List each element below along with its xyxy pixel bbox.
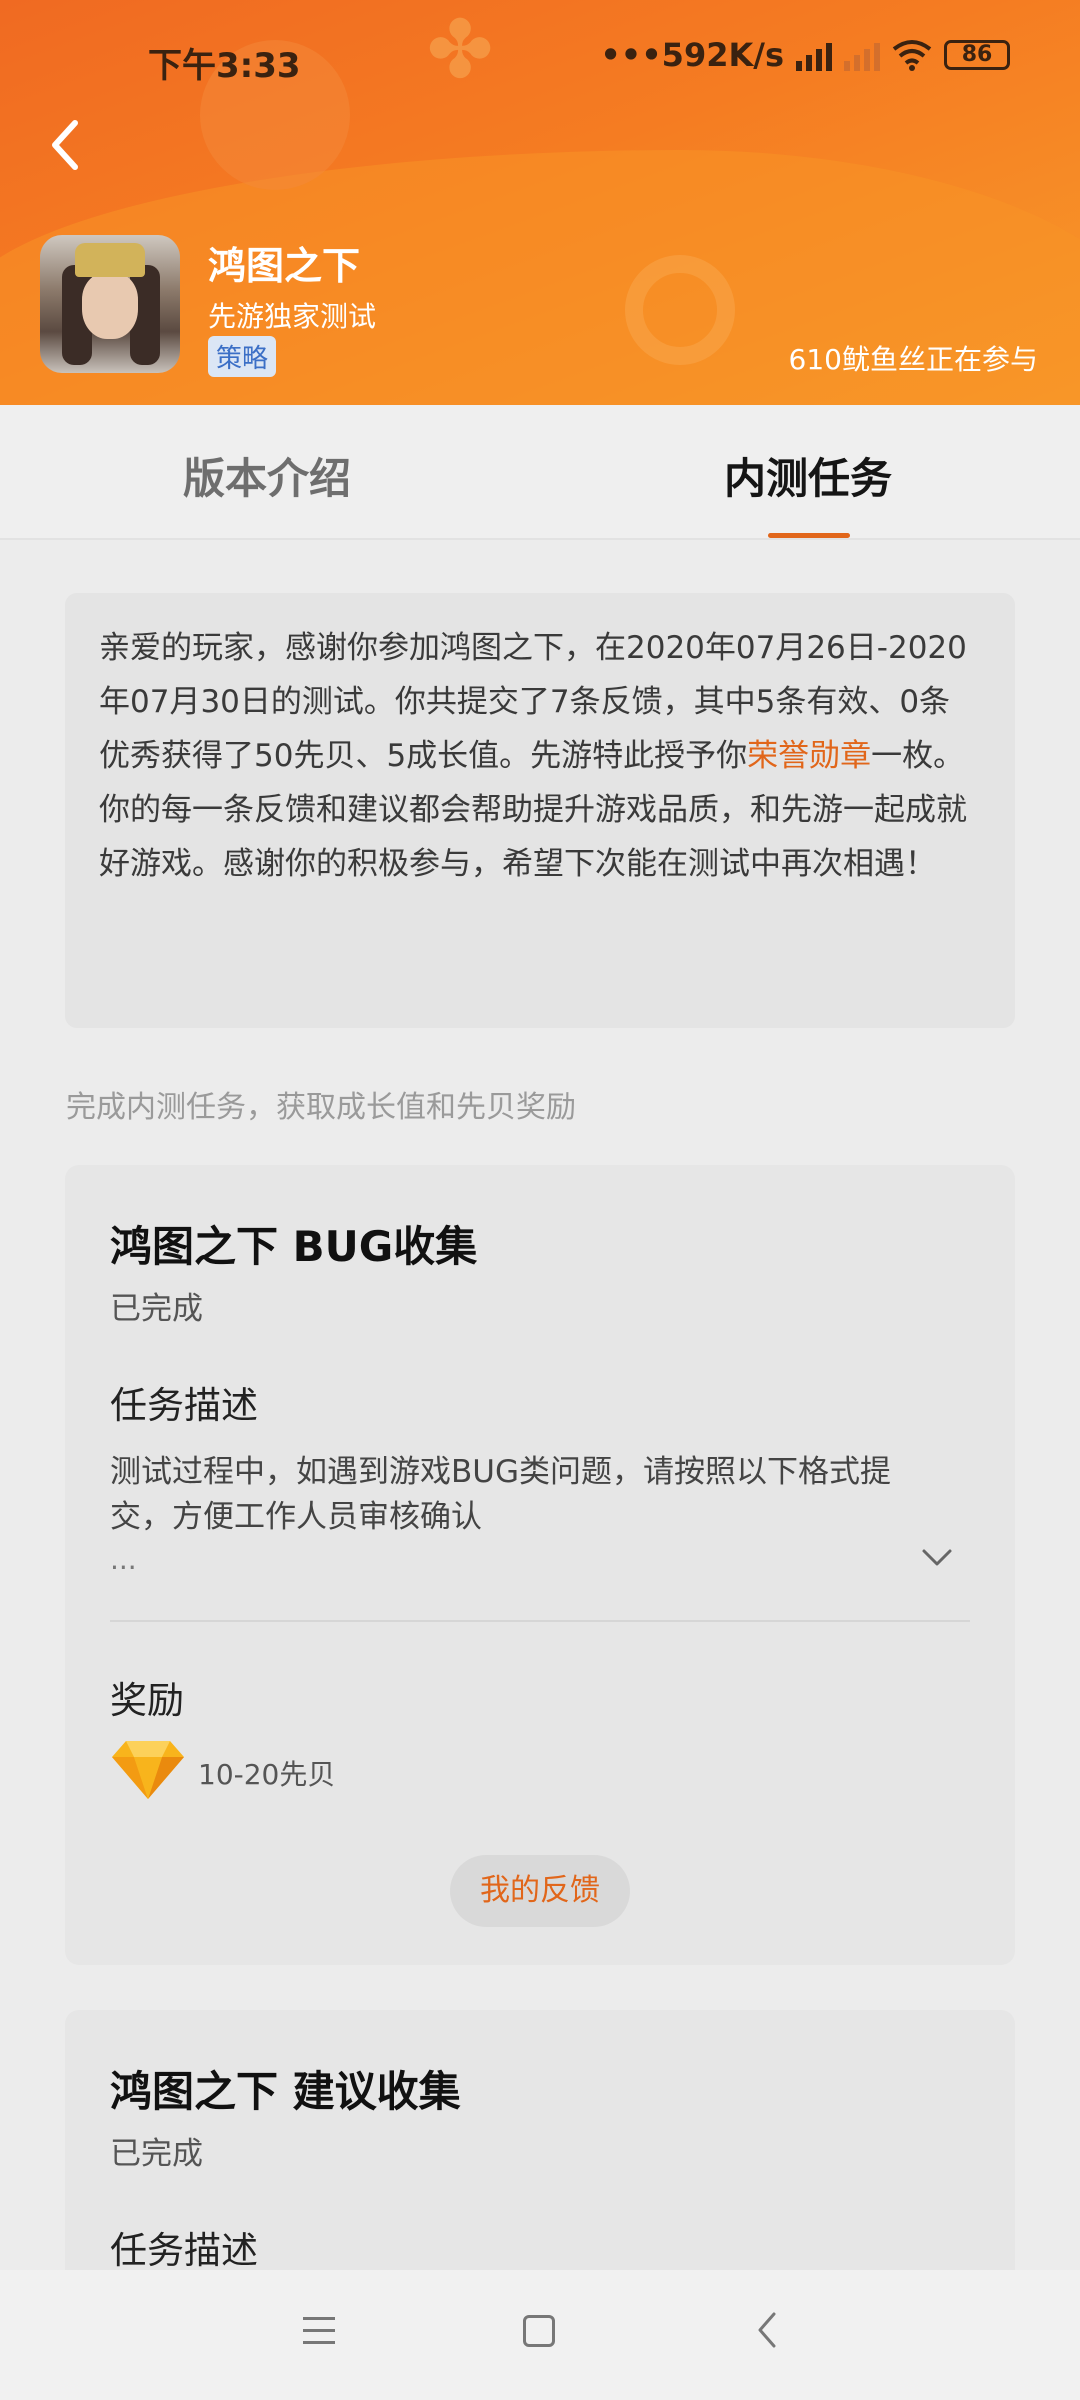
game-title: 鸿图之下 bbox=[208, 244, 361, 288]
task-title: 鸿图之下 建议收集 bbox=[110, 2067, 461, 2116]
home-icon[interactable] bbox=[523, 2315, 555, 2347]
signal-strength-icon bbox=[796, 39, 832, 71]
tab-beta-tasks[interactable]: 内测任务 bbox=[724, 445, 892, 506]
active-tab-indicator bbox=[768, 533, 850, 538]
gem-icon bbox=[112, 1741, 184, 1799]
genre-tag[interactable]: 策略 bbox=[208, 336, 277, 377]
task-title: 鸿图之下 BUG收集 bbox=[110, 1222, 478, 1271]
menu-icon[interactable] bbox=[303, 2317, 335, 2347]
task-desc-ellipsis: ... bbox=[110, 1543, 137, 1576]
task-card-suggestion: 鸿图之下 建议收集 已完成 任务描述 bbox=[65, 2010, 1015, 2310]
section-hint: 完成内测任务，获取成长值和先贝奖励 bbox=[66, 1090, 576, 1125]
status-time: 下午3:33 bbox=[148, 46, 301, 86]
tab-bar: 版本介绍 内测任务 bbox=[0, 405, 1080, 540]
status-bar: 下午3:33 •••592K/s 86 bbox=[0, 30, 1080, 90]
my-feedback-button[interactable]: 我的反馈 bbox=[450, 1855, 630, 1927]
reward-label: 奖励 bbox=[110, 1679, 184, 1722]
game-app-icon bbox=[40, 235, 180, 373]
battery-icon: 86 bbox=[944, 40, 1010, 70]
task-status: 已完成 bbox=[110, 2136, 203, 2172]
system-nav-bar bbox=[0, 2270, 1080, 2400]
chevron-left-icon bbox=[52, 120, 78, 170]
divider bbox=[110, 1620, 970, 1622]
back-button[interactable] bbox=[45, 115, 105, 185]
participant-count: 610鱿鱼丝正在参与 bbox=[788, 343, 1038, 376]
test-summary-card: 亲爱的玩家，感谢你参加鸿图之下，在2020年07月26日-2020年07月30日… bbox=[65, 593, 1015, 1028]
nav-back-icon[interactable] bbox=[752, 2308, 782, 2360]
task-desc-text: 测试过程中，如遇到游戏BUG类问题，请按照以下格式提交，方便工作人员审核确认 bbox=[110, 1454, 891, 1535]
network-speed: •••592K/s bbox=[600, 36, 784, 74]
signal-weak-icon bbox=[844, 39, 880, 71]
wifi-icon bbox=[892, 40, 932, 71]
task-desc-label: 任务描述 bbox=[110, 2229, 258, 2272]
task-status: 已完成 bbox=[110, 1291, 203, 1327]
honor-medal-link[interactable]: 荣誉勋章 bbox=[747, 738, 871, 774]
task-card-bug: 鸿图之下 BUG收集 已完成 任务描述 测试过程中，如遇到游戏BUG类问题，请按… bbox=[65, 1165, 1015, 1965]
task-desc-label: 任务描述 bbox=[110, 1384, 258, 1427]
summary-paragraph-2: 你的每一条反馈和建议都会帮助提升游戏品质，和先游一起成就好游戏。感谢你的积极参与… bbox=[99, 792, 967, 882]
header-ring-decoration bbox=[625, 255, 735, 365]
chevron-down-icon[interactable] bbox=[920, 1540, 954, 1574]
reward-amount: 10-20先贝 bbox=[198, 1758, 336, 1791]
game-header: ✤ 下午3:33 •••592K/s 86 鸿图之下 先游独家测试 策略 610… bbox=[0, 0, 1080, 405]
tab-version-intro[interactable]: 版本介绍 bbox=[183, 445, 351, 506]
status-indicators: •••592K/s 86 bbox=[600, 36, 1010, 74]
game-subtitle: 先游独家测试 bbox=[208, 300, 377, 333]
summary-text-end: 一枚。 bbox=[871, 738, 965, 774]
